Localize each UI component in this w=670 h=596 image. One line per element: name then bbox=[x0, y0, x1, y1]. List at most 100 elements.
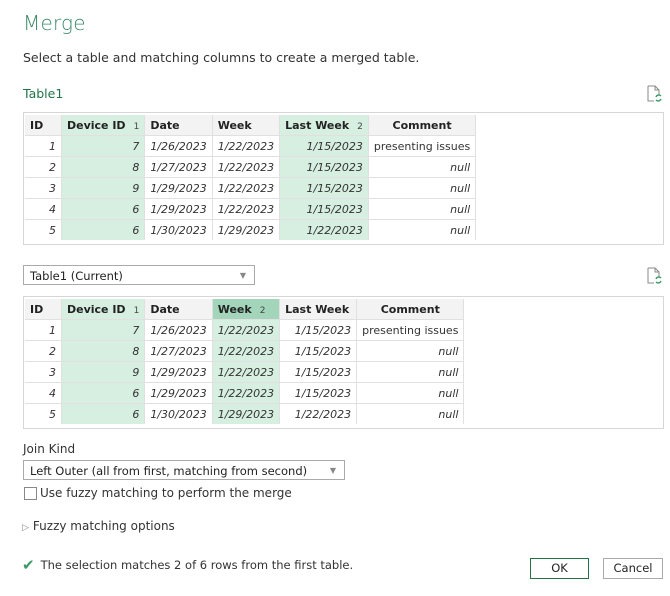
table-cell: 3 bbox=[25, 361, 62, 383]
table-cell: null bbox=[368, 198, 477, 220]
table-cell: 1/26/2023 bbox=[144, 135, 213, 157]
table-cell: 8 bbox=[61, 340, 146, 362]
column-header[interactable]: Week 2 bbox=[212, 299, 281, 320]
table-cell: 1/30/2023 bbox=[144, 219, 213, 240]
table-cell: 2 bbox=[25, 340, 62, 362]
table-row: 5 6 1/30/2023 1/29/2023 1/22/2023 null bbox=[25, 403, 465, 424]
second-table-dropdown[interactable]: Table1 (Current) ▼ bbox=[23, 265, 255, 285]
ok-button[interactable]: OK bbox=[530, 558, 589, 579]
table-cell: 6 bbox=[61, 219, 146, 240]
check-icon: ✔ bbox=[22, 556, 35, 574]
match-status: ✔ The selection matches 2 of 6 rows from … bbox=[22, 555, 354, 574]
table-cell: presenting issues bbox=[356, 319, 465, 341]
column-header-label: Device ID bbox=[67, 302, 126, 316]
column-header[interactable]: Last Week 2 bbox=[279, 115, 369, 136]
match-order-badge: 2 bbox=[259, 305, 266, 316]
column-header-label: Comment bbox=[392, 118, 452, 132]
table-cell: 1 bbox=[25, 319, 62, 341]
column-header-label: ID bbox=[30, 302, 44, 316]
table-cell: 1/22/2023 bbox=[212, 361, 281, 383]
table-cell: 1/22/2023 bbox=[212, 156, 281, 178]
table-row: 2 8 1/27/2023 1/22/2023 1/15/2023 null bbox=[25, 156, 477, 178]
chevron-down-icon: ▼ bbox=[329, 466, 336, 475]
column-header-label: Last Week bbox=[285, 118, 350, 132]
table1-label: Table1 bbox=[23, 86, 64, 101]
table1-grid: ID Device ID 1 Date Week Last Week 2 Comment 17… bbox=[25, 115, 477, 240]
table-cell: 8 bbox=[61, 156, 146, 178]
refresh-preview-icon[interactable] bbox=[646, 85, 662, 103]
table-cell: 4 bbox=[25, 382, 62, 404]
table-cell: 1/29/2023 bbox=[144, 382, 213, 404]
match-order-badge: 1 bbox=[133, 305, 140, 316]
table-cell: 9 bbox=[61, 177, 146, 199]
column-header-label: Device ID bbox=[67, 118, 126, 132]
column-header[interactable]: Last Week bbox=[279, 299, 358, 320]
column-header-label: ID bbox=[30, 118, 44, 132]
column-header[interactable]: ID bbox=[25, 115, 62, 136]
table-cell: 1/15/2023 bbox=[279, 319, 358, 341]
column-header-label: Comment bbox=[380, 302, 440, 316]
fuzzy-matching-checkbox[interactable] bbox=[24, 487, 37, 500]
table-cell: null bbox=[368, 156, 477, 178]
column-header[interactable]: Date bbox=[144, 299, 213, 320]
table-cell: 1 bbox=[25, 135, 62, 157]
cancel-button[interactable]: Cancel bbox=[603, 558, 663, 579]
column-header[interactable]: ID bbox=[25, 299, 62, 320]
table-cell: 7 bbox=[61, 135, 146, 157]
column-header[interactable]: Comment bbox=[356, 299, 465, 320]
fuzzy-options-label: Fuzzy matching options bbox=[32, 519, 175, 533]
table-cell: 1/29/2023 bbox=[144, 198, 213, 220]
table-row: 5 6 1/30/2023 1/29/2023 1/22/2023 null bbox=[25, 219, 477, 240]
join-kind-dropdown[interactable]: Left Outer (all from first, matching fro… bbox=[23, 460, 345, 480]
second-table-value: Table1 (Current) bbox=[30, 269, 123, 283]
table-cell: null bbox=[356, 361, 465, 383]
column-header[interactable]: Week bbox=[212, 115, 281, 136]
table-cell: presenting issues bbox=[368, 135, 477, 157]
table-cell: 1/22/2023 bbox=[279, 403, 358, 424]
table-cell: 6 bbox=[61, 403, 146, 424]
table-row: 3 9 1/29/2023 1/22/2023 1/15/2023 null bbox=[25, 177, 477, 199]
table-cell: 1/15/2023 bbox=[279, 177, 369, 199]
table-row: 2 8 1/27/2023 1/22/2023 1/15/2023 null bbox=[25, 340, 465, 362]
table-cell: 1/27/2023 bbox=[144, 156, 213, 178]
column-header-label: Date bbox=[150, 302, 180, 316]
table-cell: 3 bbox=[25, 177, 62, 199]
fuzzy-matching-label[interactable]: Use fuzzy matching to perform the merge bbox=[40, 486, 292, 500]
table-cell: 1/15/2023 bbox=[279, 135, 369, 157]
match-status-text: The selection matches 2 of 6 rows from t… bbox=[40, 558, 354, 572]
refresh-preview-icon[interactable] bbox=[646, 267, 662, 285]
table-cell: 1/22/2023 bbox=[212, 319, 281, 341]
column-header-label: Date bbox=[150, 118, 180, 132]
column-header[interactable]: Device ID 1 bbox=[61, 299, 146, 320]
table-cell: 1/30/2023 bbox=[144, 403, 213, 424]
table-cell: 6 bbox=[61, 382, 146, 404]
join-kind-label: Join Kind bbox=[23, 442, 76, 456]
column-header[interactable]: Date bbox=[144, 115, 213, 136]
table-cell: null bbox=[356, 403, 465, 424]
table1-preview: ID Device ID 1 Date Week Last Week 2 Comment 17… bbox=[23, 112, 664, 245]
table-row: 4 6 1/29/2023 1/22/2023 1/15/2023 null bbox=[25, 198, 477, 220]
table-cell: 1/15/2023 bbox=[279, 382, 358, 404]
table-cell: 1/22/2023 bbox=[212, 177, 281, 199]
table-cell: null bbox=[356, 382, 465, 404]
table-cell: 1/22/2023 bbox=[279, 219, 369, 240]
chevron-down-icon: ▼ bbox=[239, 271, 246, 280]
table-row: 3 9 1/29/2023 1/22/2023 1/15/2023 null bbox=[25, 361, 465, 383]
table-cell: null bbox=[368, 177, 477, 199]
table-cell: 1/27/2023 bbox=[144, 340, 213, 362]
column-header-label: Week bbox=[217, 118, 252, 132]
table-row: 1 7 1/26/2023 1/22/2023 1/15/2023 presenting … bbox=[25, 135, 477, 157]
expand-triangle-icon: ▷ bbox=[22, 523, 29, 533]
table-cell: null bbox=[356, 340, 465, 362]
column-header[interactable]: Comment bbox=[368, 115, 477, 136]
fuzzy-options-expander[interactable]: ▷ Fuzzy matching options bbox=[22, 519, 175, 533]
table-cell: 5 bbox=[25, 219, 62, 240]
table-cell: 1/15/2023 bbox=[279, 198, 369, 220]
table-cell: 5 bbox=[25, 403, 62, 424]
table-cell: 1/22/2023 bbox=[212, 135, 281, 157]
column-header[interactable]: Device ID 1 bbox=[61, 115, 146, 136]
join-kind-value: Left Outer (all from first, matching fro… bbox=[30, 464, 308, 478]
table-cell: 2 bbox=[25, 156, 62, 178]
table2-grid: ID Device ID 1 Date Week 2 Last Week Comment 17… bbox=[25, 299, 465, 424]
table-cell: 1/29/2023 bbox=[144, 177, 213, 199]
